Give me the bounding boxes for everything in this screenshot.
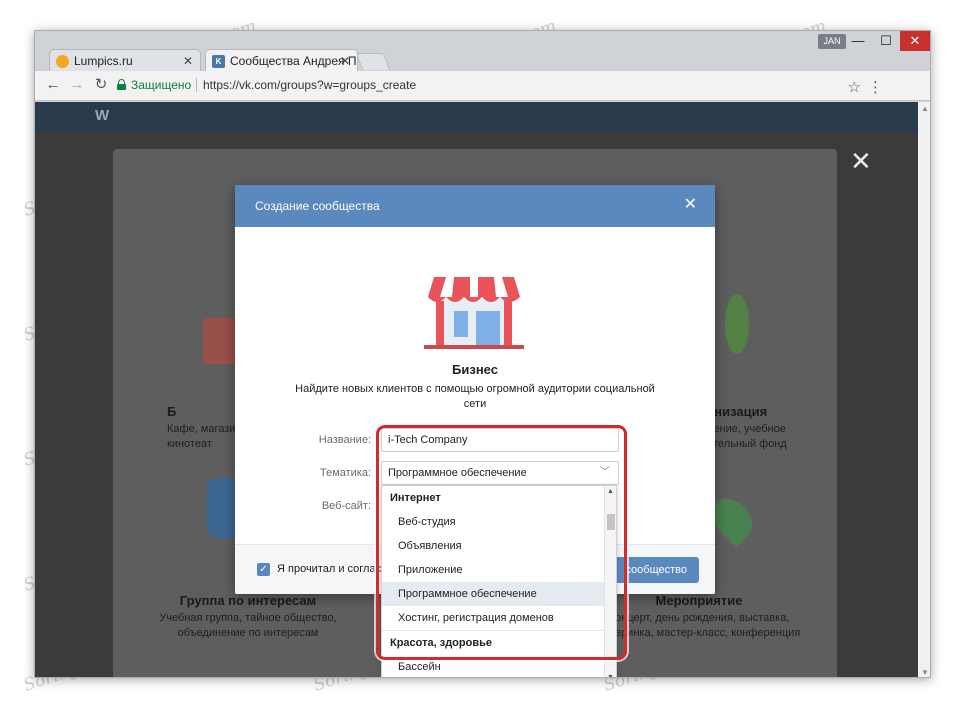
vk-favicon-icon: K bbox=[212, 55, 225, 68]
lumpics-favicon-icon bbox=[56, 55, 69, 68]
theme-label: Тематика: bbox=[319, 467, 371, 479]
minimize-button[interactable]: — bbox=[844, 31, 872, 51]
card-desc-line: ление, учебное bbox=[707, 423, 786, 435]
vk-logo[interactable]: W bbox=[95, 107, 109, 124]
tab-vk-groups[interactable]: K Сообщества Андрея Пе ✕ bbox=[205, 49, 358, 71]
new-tab-button[interactable] bbox=[355, 53, 391, 70]
bookmark-star-icon[interactable]: ☆ bbox=[848, 78, 861, 98]
secure-label: Защищено bbox=[131, 78, 192, 92]
modal-title: Создание сообщества bbox=[255, 199, 380, 213]
leaf-icon bbox=[725, 294, 749, 354]
tab-label: Lumpics.ru bbox=[74, 54, 133, 68]
card-desc-line: Учебная группа, тайное общество, bbox=[159, 612, 337, 624]
address-bar[interactable]: Защищено https://vk.com/groups?w=groups_… bbox=[113, 74, 893, 96]
scroll-down-icon[interactable]: ▼ bbox=[921, 668, 929, 677]
outer-close-icon[interactable]: ✕ bbox=[850, 148, 872, 174]
tab-label: Сообщества Андрея Пе bbox=[230, 54, 358, 68]
tab-close-icon[interactable]: ✕ bbox=[183, 50, 193, 71]
scroll-down-icon[interactable]: ▼ bbox=[607, 674, 614, 677]
card-title: Группа по интересам bbox=[179, 593, 317, 608]
back-arrow-icon[interactable]: ← bbox=[43, 75, 63, 95]
lock-icon bbox=[117, 79, 126, 90]
vk-header: W bbox=[35, 102, 918, 132]
tab-close-icon[interactable]: ✕ bbox=[340, 50, 350, 71]
maximize-button[interactable]: ☐ bbox=[872, 31, 900, 51]
agree-checkbox[interactable]: ✓ bbox=[257, 563, 270, 576]
tab-strip: Lumpics.ru ✕ K Сообщества Андрея Пе ✕ JA… bbox=[35, 31, 930, 71]
card-organization[interactable]: анизация ление, учебное ительный фонд bbox=[707, 404, 807, 452]
forward-arrow-icon[interactable]: → bbox=[67, 75, 87, 95]
card-interest-group[interactable]: Группа по интересам Учебная группа, тайн… bbox=[133, 593, 363, 641]
modal-close-icon[interactable]: ✕ bbox=[684, 195, 697, 215]
tab-lumpics[interactable]: Lumpics.ru ✕ bbox=[49, 49, 201, 71]
card-desc: ление, учебное ительный фонд bbox=[707, 422, 807, 452]
page-scrollbar[interactable]: ▲ ▼ bbox=[918, 102, 930, 677]
business-title: Бизнес bbox=[452, 362, 498, 377]
url-text[interactable]: https://vk.com/groups?w=groups_create bbox=[203, 74, 416, 96]
modal-header: Создание сообщества ✕ bbox=[235, 185, 715, 227]
card-desc: Учебная группа, тайное общество, объедин… bbox=[133, 611, 363, 641]
scroll-up-icon[interactable]: ▲ bbox=[921, 104, 929, 113]
name-label: Название: bbox=[318, 434, 371, 446]
highlight-frame bbox=[376, 425, 627, 660]
window-close-button[interactable]: ✕ bbox=[900, 31, 930, 51]
browser-menu-icon[interactable]: ⋮ bbox=[868, 78, 883, 98]
website-label: Веб-сайт: bbox=[321, 500, 371, 512]
card-title: анизация bbox=[707, 404, 768, 419]
business-description: Найдите новых клиентов с помощью огромно… bbox=[295, 383, 655, 410]
user-profile-badge[interactable]: JAN bbox=[818, 34, 846, 49]
card-desc-line: объединение по интересам bbox=[177, 627, 319, 639]
shop-illustration-icon bbox=[424, 277, 524, 349]
agree-text: Я прочитал и соглас bbox=[277, 563, 382, 575]
reload-icon[interactable]: ↻ bbox=[91, 75, 111, 95]
card-desc-line: ительный фонд bbox=[707, 438, 787, 450]
browser-toolbar: ← → ↻ Защищено https://vk.com/groups?w=g… bbox=[35, 71, 930, 101]
url-separator bbox=[196, 78, 197, 92]
